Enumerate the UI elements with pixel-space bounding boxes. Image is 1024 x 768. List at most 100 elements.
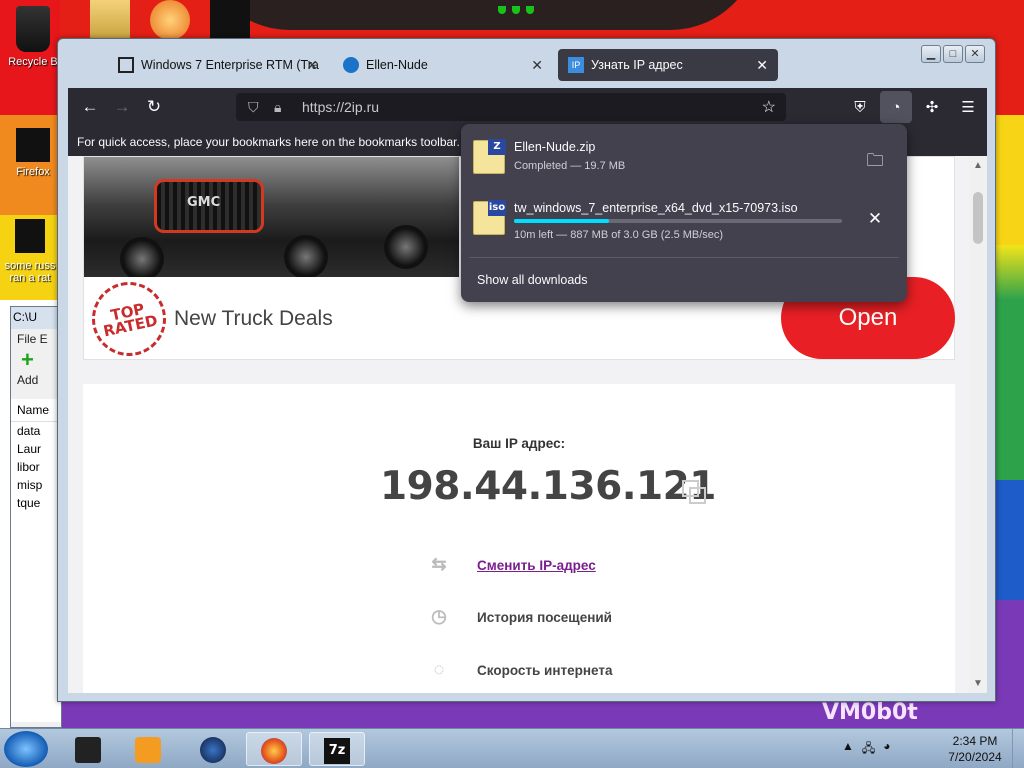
folder-icon[interactable] [90,0,130,40]
truck-image[interactable]: GMC [84,157,459,277]
globe-icon [200,737,226,763]
7zip-add-button[interactable]: + Add [11,349,61,389]
firefox-desktop-label: Firefox [16,166,50,178]
extensions-icon[interactable]: ✣ [916,91,948,123]
copy-icon[interactable] [681,479,707,505]
close-icon[interactable]: ✕ [756,57,768,74]
tab-title: Ellen-Nude [366,58,428,72]
shield-icon[interactable]: ⛉ [248,99,268,116]
list-item[interactable]: misp [11,476,61,494]
list-item[interactable]: libor [11,458,61,476]
page-scrollbar[interactable]: ▲ ▼ [969,156,987,693]
7zip-file-list: data Laur libor misp tque [11,422,61,722]
history-icon: ◷ [431,606,447,626]
7zip-title: C:\U [11,307,61,329]
start-button[interactable] [4,731,48,767]
window-controls: ▁ □ ✕ [921,45,985,63]
history-label[interactable]: История посещений [477,610,612,625]
pocket-icon[interactable]: ⛨ [844,91,876,123]
7zip-window[interactable]: C:\U File E + Add Name data Laur libor m… [10,306,62,728]
maximize-button[interactable]: □ [943,45,963,63]
file-badge: Z [488,139,506,155]
download-item-iso[interactable]: iso tw_windows_7_enterprise_x64_dvd_x15-… [473,197,895,251]
menu-change-ip[interactable]: ⇆ Сменить IP-адрес [428,554,596,576]
list-item[interactable]: data [11,422,61,440]
volume-icon[interactable]: ◕ [883,739,890,760]
speed-icon: ◌ [433,659,445,679]
download-item-zip[interactable]: Z Ellen-Nude.zip Completed — 19.7 MB 🗀 [473,136,895,190]
wallpaper-dots [498,6,534,14]
speed-label[interactable]: Скорость интернета [477,663,612,678]
taskbar-app-terminal[interactable] [60,732,116,766]
scroll-thumb[interactable] [973,192,983,244]
list-item[interactable]: tque [11,494,61,512]
ip-card: Ваш IP адрес: 198.44.136.121 ⇆ Сменить I… [83,384,955,693]
close-icon[interactable]: ✕ [863,209,887,233]
zip-file-icon: Z [473,139,506,174]
taskbar-app-firefox[interactable] [246,732,302,766]
document-desktop-icon[interactable]: some russ ran a rat [0,216,60,284]
7zip-menu[interactable]: File E [11,329,61,349]
bookmark-star-icon[interactable]: ☆ [762,97,776,117]
close-icon[interactable]: ✕ [306,57,318,74]
ip-badge-icon: IP [568,57,584,73]
tab-windows7[interactable]: Windows 7 Enterprise RTM (Tra ✕ [108,49,328,81]
close-window-button[interactable]: ✕ [965,45,985,63]
divider [469,257,899,258]
download-status: Completed — 19.7 MB [514,160,626,172]
7zip-add-label: Add [17,373,39,387]
recycle-bin-label: Recycle B [8,56,58,68]
wallpaper-arc [200,0,760,30]
file-badge: iso [488,200,506,216]
firefox-desktop-icon[interactable]: Firefox [3,128,63,178]
tab-title: Windows 7 Enterprise RTM (Tra [141,58,319,72]
bookmarks-hint: For quick access, place your bookmarks h… [77,135,460,149]
taskbar-app-7zip[interactable]: 7z [309,732,365,766]
system-tray: ▲ 🖧︎ ◕ [842,739,891,760]
close-icon[interactable]: ✕ [531,57,543,74]
scroll-up-icon[interactable]: ▲ [973,160,983,171]
scroll-down-icon[interactable]: ▼ [973,678,983,689]
url-bar[interactable]: ⛉ 🔒︎ https://2ip.ru ☆ [236,93,786,121]
nav-bar: ← → ↻ ⛉ 🔒︎ https://2ip.ru ☆ ⛨ ◔ ✣ ☰ [68,88,987,126]
list-item[interactable]: Laur [11,440,61,458]
clock-date: 7/20/2024 [948,750,1002,764]
clock[interactable]: 2:34 PM 7/20/2024 [944,733,1006,765]
document-desktop-label: some russ ran a rat [4,260,56,284]
tab-2ip[interactable]: IP Узнать IP адрес ✕ [558,49,778,81]
edge-cloud-icon [343,57,359,73]
lock-icon[interactable]: 🔒︎ [274,99,294,116]
taskbar-app-globe[interactable] [185,732,241,766]
firefox-icon[interactable] [150,0,190,40]
clock-time: 2:34 PM [952,734,998,748]
ad-title[interactable]: New Truck Deals [174,307,333,331]
taskbar-app-media[interactable] [120,732,176,766]
media-player-icon [135,737,161,763]
redacted-icon[interactable] [210,0,250,40]
swap-icon: ⇆ [431,554,447,574]
forward-button[interactable]: → [106,91,138,123]
downloads-button[interactable]: ◔ [880,91,912,123]
reload-button[interactable]: ↻ [138,91,170,123]
menu-history[interactable]: ◷ История посещений [428,606,612,628]
iso-file-icon: iso [473,200,506,235]
menu-icon[interactable]: ☰ [952,91,984,123]
7zip-column-name[interactable]: Name [11,399,61,422]
taskbar: 7z ▲ 🖧︎ ◕ 2:34 PM 7/20/2024 [0,728,1024,768]
download-name: Ellen-Nude.zip [514,140,596,154]
tray-arrow-icon[interactable]: ▲ [842,739,854,760]
back-button[interactable]: ← [74,91,106,123]
url-text[interactable]: https://2ip.ru [302,99,379,115]
network-icon[interactable]: 🖧︎ [862,739,875,760]
minimize-button[interactable]: ▁ [921,45,941,63]
recycle-bin-icon[interactable]: Recycle B [3,6,63,68]
tab-ellen[interactable]: Ellen-Nude ✕ [333,49,553,81]
plus-icon: + [21,347,34,372]
show-all-downloads[interactable]: Show all downloads [477,273,588,287]
download-status: 10m left — 887 MB of 3.0 GB (2.5 MB/sec) [514,229,724,241]
change-ip-link[interactable]: Сменить IP-адрес [477,558,596,573]
show-desktop-button[interactable] [1012,729,1024,768]
folder-icon[interactable]: 🗀 [863,148,887,172]
top-rated-seal: TOP RATED [85,275,173,363]
menu-speed[interactable]: ◌ Скорость интернета [428,659,613,681]
